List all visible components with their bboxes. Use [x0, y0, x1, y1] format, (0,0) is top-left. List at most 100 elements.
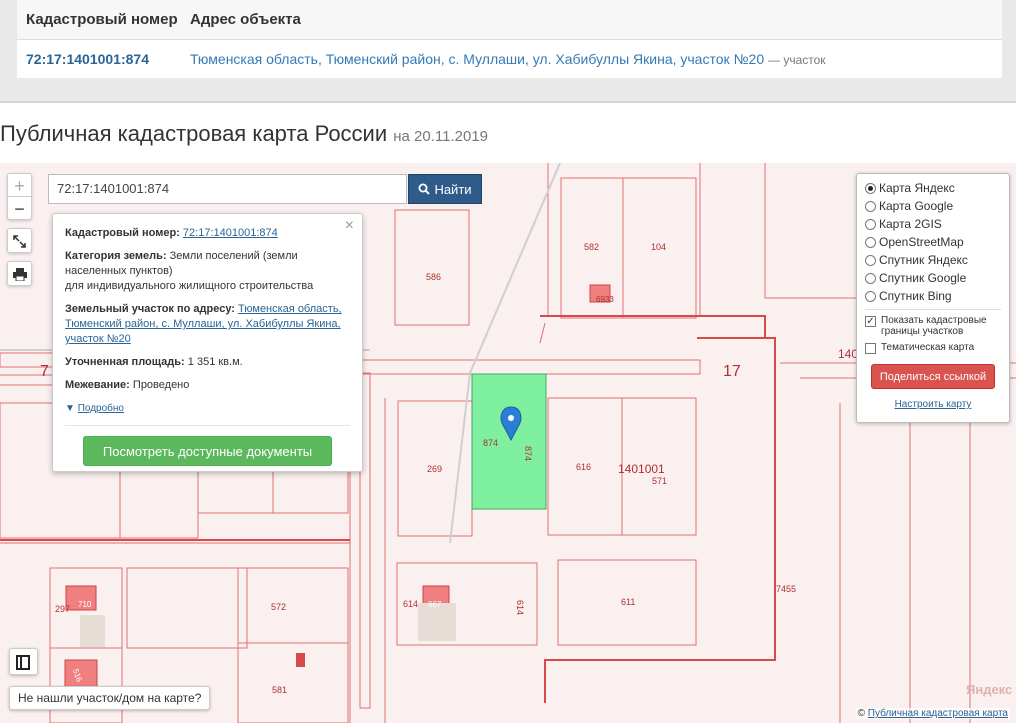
- search-button[interactable]: Найти: [408, 174, 482, 204]
- popup-divider: [65, 425, 350, 426]
- page-title: Публичная кадастровая карта России на 20…: [0, 121, 488, 147]
- line-i: [539, 322, 546, 344]
- search-button-label: Найти: [434, 181, 472, 197]
- book-icon: [16, 655, 30, 670]
- layer-option-yandex-map[interactable]: Карта Яндекс: [865, 179, 1001, 197]
- table-row[interactable]: 72:17:1401001:874 Тюменская область, Тюм…: [17, 40, 1002, 78]
- radio-yandex-sat[interactable]: [865, 254, 876, 266]
- fullscreen-button[interactable]: [7, 228, 32, 253]
- legend-button[interactable]: [9, 648, 38, 675]
- road-strip-middle: [359, 359, 701, 375]
- label-104: 104: [651, 242, 666, 252]
- not-found-button[interactable]: Не нашли участок/дом на карте?: [9, 686, 211, 710]
- layer-label: Карта Яндекс: [879, 181, 955, 195]
- label-582: 582: [584, 242, 599, 252]
- search-input[interactable]: 72:17:1401001:874: [48, 174, 407, 204]
- parcel-info-popup: × Кадастровый номер: 72:17:1401001:874 К…: [52, 213, 363, 472]
- layer-option-yandex-sat[interactable]: Спутник Яндекс: [865, 251, 1001, 269]
- label-586: 586: [426, 272, 441, 282]
- info-cad-link[interactable]: 72:17:1401001:874: [183, 227, 278, 239]
- results-header-row: Кадастровый номер Адрес объекта: [17, 0, 1002, 40]
- details-link[interactable]: Подробно: [78, 403, 124, 414]
- attribution-link[interactable]: Публичная кадастровая карта: [868, 708, 1008, 719]
- map-canvas[interactable]: 586 582 104 6933 874 874 269 616 1401001…: [0, 163, 1016, 723]
- layer-label: OpenStreetMap: [879, 235, 964, 249]
- result-address-link[interactable]: Тюменская область, Тюменский район, с. М…: [190, 51, 764, 67]
- label-581: 581: [272, 685, 287, 695]
- share-link-button[interactable]: Поделиться ссылкой: [871, 364, 995, 389]
- info-area-value: 1 351 кв.м.: [187, 356, 243, 368]
- label-7455: 7455: [776, 584, 796, 594]
- result-type: — участок: [768, 53, 826, 67]
- print-button[interactable]: [7, 261, 32, 286]
- radio-yandex-map[interactable]: [865, 182, 876, 194]
- info-address: Земельный участок по адресу: Тюменская о…: [65, 302, 350, 347]
- details-toggle[interactable]: ▼ Подробно: [65, 401, 350, 416]
- label-6933: 6933: [596, 295, 614, 304]
- building-581: [296, 653, 305, 667]
- layer-option-osm[interactable]: OpenStreetMap: [865, 233, 1001, 251]
- label-614b: 614: [515, 600, 525, 615]
- info-address-label: Земельный участок по адресу:: [65, 303, 235, 315]
- map-attribution: © Публичная кадастровая карта: [855, 708, 1010, 719]
- layer-label: Спутник Bing: [879, 289, 952, 303]
- search-results-panel: Кадастровый номер Адрес объекта 72:17:14…: [0, 0, 1016, 103]
- radio-osm[interactable]: [865, 236, 876, 248]
- parcel-274: [119, 462, 199, 539]
- label-710: 710: [78, 600, 92, 609]
- radio-google-sat[interactable]: [865, 272, 876, 284]
- thematic-map-option[interactable]: Тематическая карта: [865, 342, 1001, 354]
- result-cad-number-link[interactable]: 72:17:1401001:874: [26, 51, 149, 67]
- label-17: 17: [723, 363, 741, 380]
- parcel-586[interactable]: [394, 209, 470, 326]
- close-icon[interactable]: ×: [345, 218, 354, 234]
- results-table: Кадастровый номер Адрес объекта 72:17:14…: [17, 0, 1002, 78]
- block-boundary-top: [547, 163, 701, 317]
- layer-option-2gis-map[interactable]: Карта 2GIS: [865, 215, 1001, 233]
- thematic-map-checkbox[interactable]: [865, 343, 876, 354]
- parcel-572[interactable]: [237, 567, 349, 644]
- show-borders-label: Показать кадастровые границы участков: [881, 315, 987, 337]
- show-borders-checkbox[interactable]: ✓: [865, 316, 876, 327]
- boundary-right-top: [764, 163, 860, 299]
- layer-option-bing-sat[interactable]: Спутник Bing: [865, 287, 1001, 305]
- radio-bing-sat[interactable]: [865, 290, 876, 302]
- layer-option-google-map[interactable]: Карта Google: [865, 197, 1001, 215]
- map-layers-panel: Карта Яндекс Карта Google Карта 2GIS Ope…: [856, 173, 1010, 423]
- info-survey: Межевание: Проведено: [65, 378, 350, 393]
- info-survey-value: Проведено: [132, 379, 190, 391]
- search-icon: [418, 183, 431, 195]
- page-date: на 20.11.2019: [393, 128, 489, 145]
- label-874a: 874: [483, 438, 498, 448]
- print-icon: [12, 268, 27, 282]
- radio-2gis-map[interactable]: [865, 218, 876, 230]
- zoom-control: + −: [7, 173, 32, 220]
- label-667: 667: [428, 600, 442, 609]
- expand-icon: [13, 235, 26, 248]
- label-571: 571: [652, 476, 667, 486]
- layer-label: Карта 2GIS: [879, 217, 942, 231]
- radio-google-map[interactable]: [865, 200, 876, 212]
- info-category: Категория земель: Земли поселений (земли…: [65, 249, 350, 294]
- label-269: 269: [427, 464, 442, 474]
- label-614a: 614: [403, 599, 418, 609]
- layer-option-google-sat[interactable]: Спутник Google: [865, 269, 1001, 287]
- panel-divider: [865, 309, 1001, 310]
- info-category-label: Категория земель:: [65, 250, 167, 262]
- zoom-in-button[interactable]: +: [8, 174, 31, 197]
- label-block-1401001: 1401001: [618, 462, 665, 476]
- label-7: 7: [40, 363, 49, 380]
- info-category-use: для индивидуального жилищного строительс…: [65, 280, 314, 292]
- label-572: 572: [271, 602, 286, 612]
- customize-map-link[interactable]: Настроить карту: [865, 399, 1001, 410]
- info-area: Уточненная площадь: 1 351 кв.м.: [65, 355, 350, 370]
- road-strip-left: [0, 352, 61, 368]
- show-borders-option[interactable]: ✓ Показать кадастровые границы участков: [865, 315, 1001, 337]
- parcel-581[interactable]: [237, 642, 349, 723]
- header-address: Адрес объекта: [190, 11, 301, 28]
- info-cad-label: Кадастровый номер:: [65, 227, 180, 239]
- info-cad-number: Кадастровый номер: 72:17:1401001:874: [65, 226, 350, 241]
- parcel-lower-2: [126, 567, 248, 649]
- view-documents-button[interactable]: Посмотреть доступные документы: [83, 436, 332, 466]
- zoom-out-button[interactable]: −: [8, 197, 31, 220]
